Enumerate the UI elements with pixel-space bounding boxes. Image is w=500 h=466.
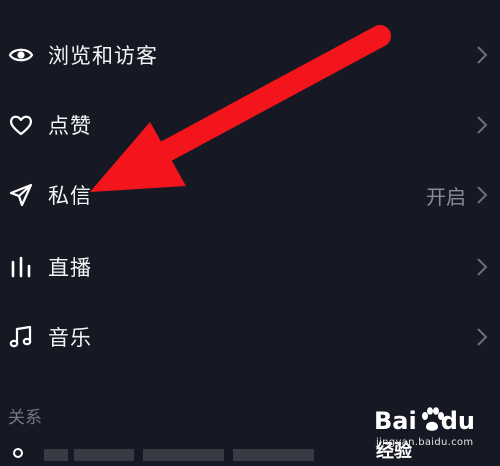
chevron-right-icon: [477, 186, 488, 204]
chevron-right-icon: [477, 258, 488, 276]
menu-item-label: 浏览和访客: [48, 44, 158, 68]
paper-plane-icon: [8, 182, 34, 208]
eye-icon: [8, 42, 34, 68]
menu-item-live[interactable]: 直播: [0, 232, 500, 302]
menu-item-likes[interactable]: 点赞: [0, 90, 500, 160]
heart-icon: [8, 112, 34, 138]
blurred-text: [44, 449, 344, 461]
menu-item-label: 私信: [48, 184, 92, 208]
chevron-right-icon: [477, 328, 488, 346]
messages-status-value: 开启: [426, 184, 466, 209]
menu-item-label: 点赞: [48, 114, 92, 138]
chevron-right-icon: [477, 46, 488, 64]
paw-icon: [422, 407, 444, 431]
chevron-right-icon: [477, 116, 488, 134]
bar-chart-icon: [8, 254, 34, 280]
menu-item-browse-visitors[interactable]: 浏览和访客: [0, 20, 500, 90]
menu-item-label: 音乐: [48, 326, 92, 350]
person-icon: [13, 448, 23, 458]
menu-item-music[interactable]: 音乐: [0, 302, 500, 372]
baidu-jingyan-watermark: Bai du经验 jingyan.baidu.com: [374, 407, 492, 462]
menu-item-label: 直播: [48, 256, 92, 280]
section-header-relations: 关系: [8, 408, 42, 428]
menu-item-messages[interactable]: 私信 开启: [0, 160, 500, 230]
watermark-url: jingyan.baidu.com: [376, 437, 474, 448]
music-note-icon: [8, 324, 34, 350]
